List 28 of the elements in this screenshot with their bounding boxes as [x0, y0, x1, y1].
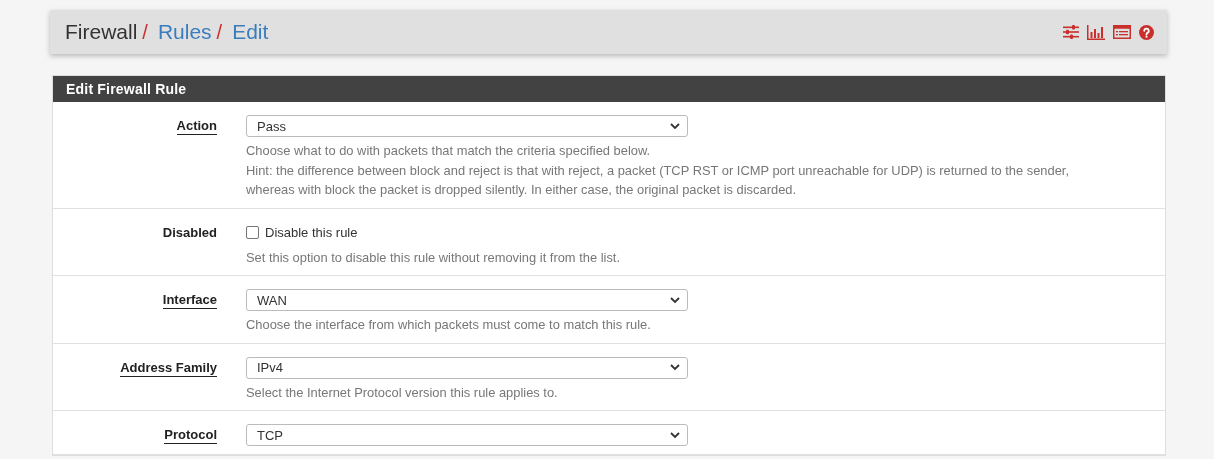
table-icon[interactable] [1113, 25, 1131, 39]
field-label-link[interactable]: Interface [162, 292, 217, 309]
bar-chart-icon[interactable] [1087, 24, 1105, 40]
dropdown[interactable]: IPv4 [246, 356, 688, 379]
help-icon[interactable] [1139, 24, 1154, 40]
sliders-icon[interactable] [1063, 25, 1079, 39]
field-label-link[interactable]: Action [176, 118, 217, 135]
caret-icon [670, 431, 680, 439]
breadcrumb-separator: / [142, 21, 148, 44]
dropdown[interactable]: TCP [246, 424, 688, 446]
caret-icon [670, 296, 680, 304]
dropdown[interactable]: WAN [246, 289, 688, 311]
help-text: Hint: the difference between block and reject is that with reject, a packet (TCP RST or ICMP port unreachable for UDP) is returned to the sender, whereas with block the packet is dropped silently. In either case, the original packet is discarded. [246, 161, 1071, 199]
checkbox[interactable] [246, 226, 259, 239]
breadcrumb-text: Firewall [65, 20, 138, 44]
help-text: Choose the interface from which packets must come to match this rule. [246, 316, 652, 334]
help-text: Set this option to disable this rule without removing it from the list. [246, 248, 621, 267]
breadcrumb-separator: / [216, 21, 223, 44]
help-text: Choose what to do with packets that match the criteria specified below. [246, 142, 652, 160]
field-label-link[interactable]: Address Family [120, 359, 217, 377]
field-label: Disabled [162, 224, 217, 242]
field-label-link[interactable]: Protocol [164, 427, 217, 444]
panel-title: Edit Firewall Rule [53, 76, 1165, 102]
help-text: Select the Internet Protocol version this rule applies to. [246, 383, 559, 402]
caret-icon [670, 122, 680, 130]
checkbox-label[interactable]: Disable this rule [265, 225, 358, 240]
dropdown[interactable]: Pass [246, 115, 688, 137]
caret-icon [670, 364, 680, 371]
